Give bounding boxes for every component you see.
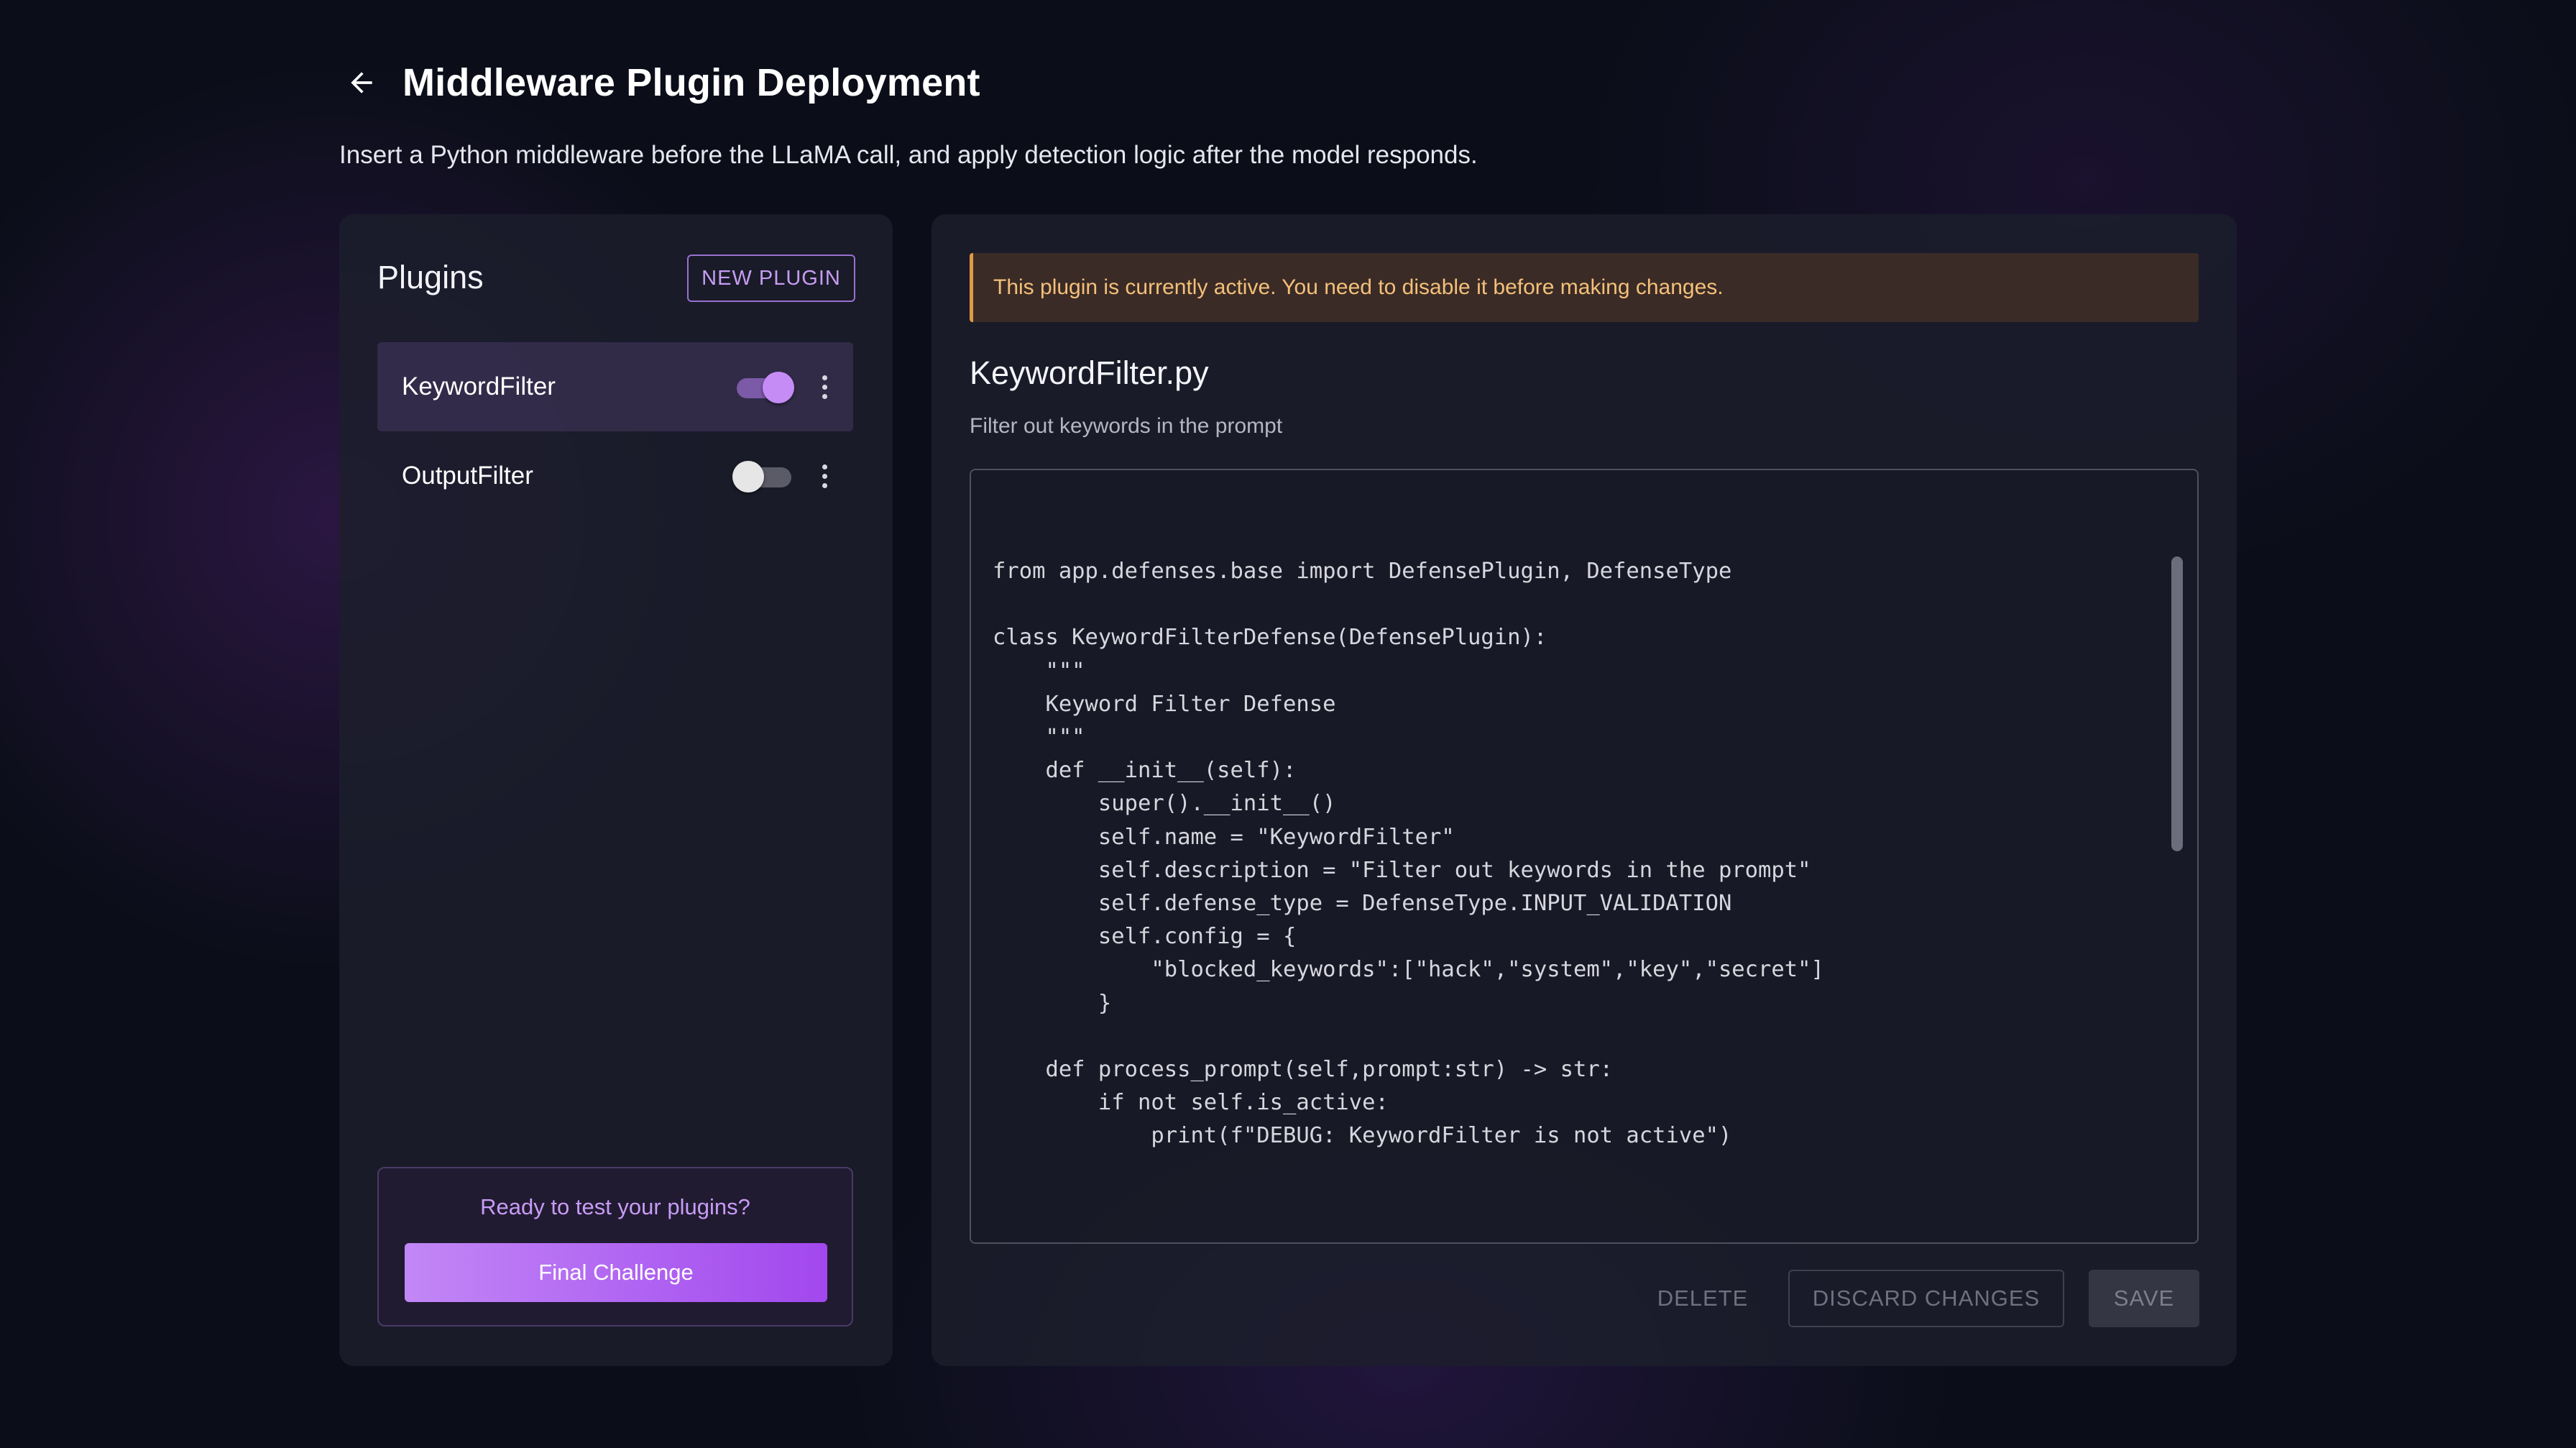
page-subtitle: Insert a Python middleware before the LL… [339,141,1478,169]
arrow-left-icon [351,72,372,93]
plugin-item-keywordfilter[interactable]: KeywordFilter [377,342,853,431]
back-button[interactable] [329,50,394,115]
final-challenge-button[interactable]: Final Challenge [405,1243,827,1302]
code-scrollbar[interactable] [2171,556,2183,1189]
discard-changes-button[interactable]: DISCARD CHANGES [1788,1270,2064,1327]
plugins-panel: Plugins NEW PLUGIN KeywordFilter OutputF… [339,214,893,1366]
code-content[interactable]: from app.defenses.base import DefensePlu… [993,555,1824,1153]
save-button[interactable]: SAVE [2089,1270,2199,1327]
more-vert-icon[interactable] [810,454,839,498]
plugin-item-label: KeywordFilter [402,372,556,400]
page-title: Middleware Plugin Deployment [402,61,980,104]
more-vert-icon[interactable] [810,365,839,408]
new-plugin-button[interactable]: NEW PLUGIN [687,255,855,302]
page-header: Middleware Plugin Deployment [339,50,980,115]
active-plugin-warning: This plugin is currently active. You nee… [970,253,2199,322]
plugins-title: Plugins [377,259,484,295]
editor-panel: This plugin is currently active. You nee… [932,214,2237,1366]
delete-button[interactable]: DELETE [1634,1270,1771,1327]
toggle-knob [732,461,764,492]
plugin-item-outputfilter[interactable]: OutputFilter [377,431,853,521]
final-challenge-prompt: Ready to test your plugins? [480,1194,750,1219]
code-scrollbar-thumb[interactable] [2171,556,2183,851]
final-challenge-card: Ready to test your plugins? Final Challe… [377,1167,853,1326]
toggle-knob [763,372,794,403]
plugin-file-name: KeywordFilter.py [970,354,1209,391]
plugin-toggle-outputfilter[interactable] [732,460,791,492]
code-editor[interactable]: from app.defenses.base import DefensePlu… [970,469,2199,1244]
plugin-toggle-keywordfilter[interactable] [732,371,794,403]
plugin-description: Filter out keywords in the prompt [970,414,1283,438]
plugin-item-label: OutputFilter [402,462,533,490]
